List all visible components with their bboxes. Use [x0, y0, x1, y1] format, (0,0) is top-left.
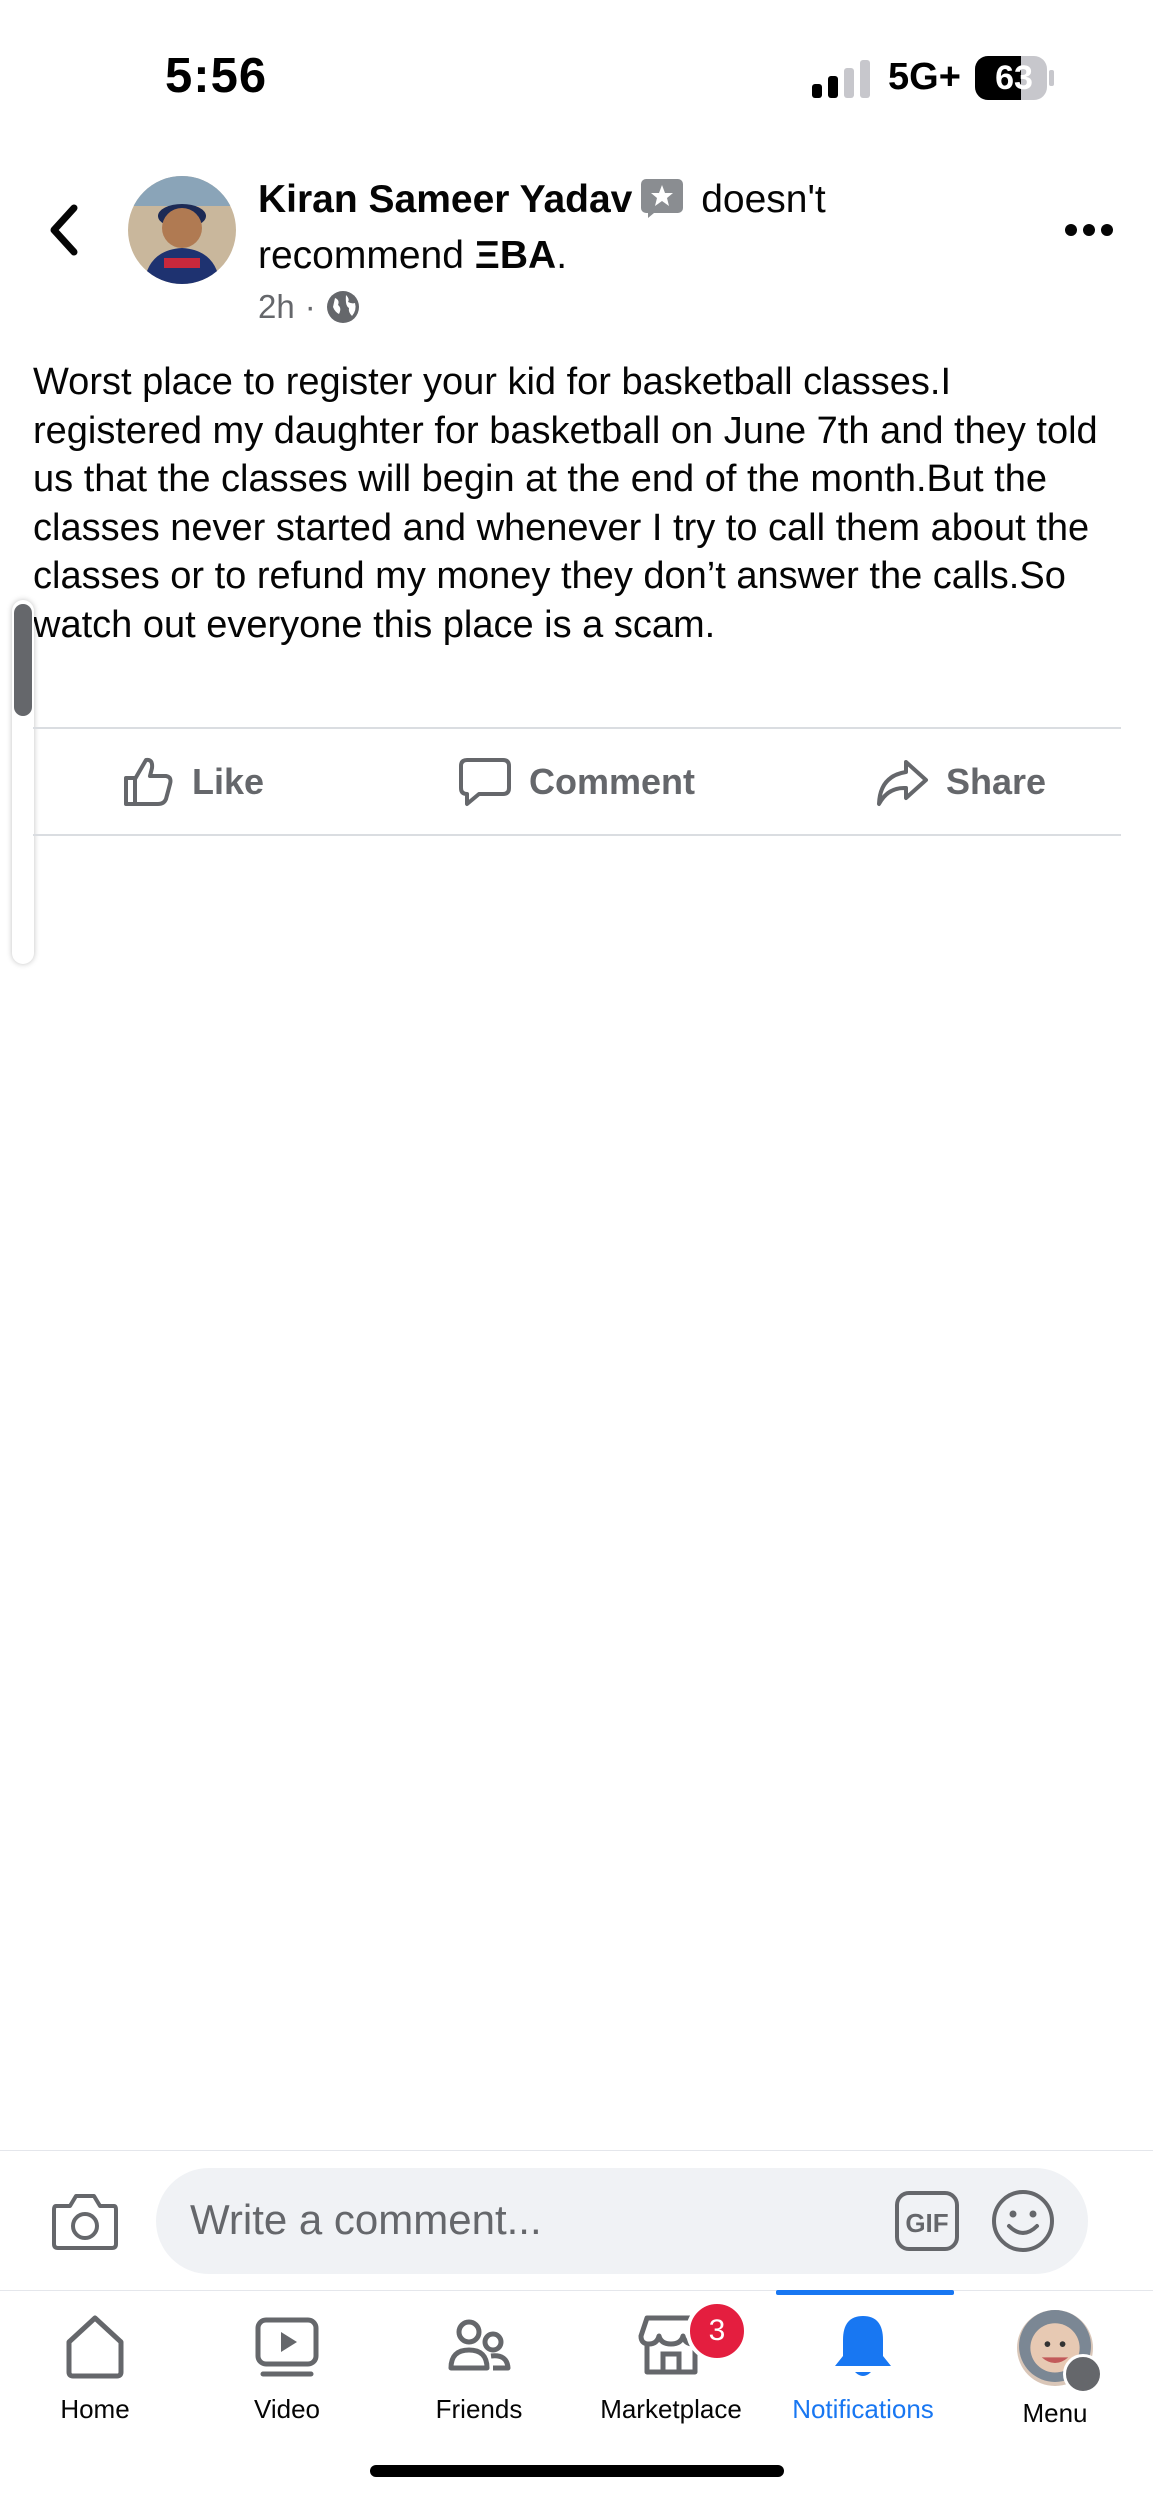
signal-icon	[812, 60, 870, 98]
bell-icon	[835, 2316, 891, 2376]
post-header: Kiran Sameer Yadav doesn't recommend ΞBA…	[258, 172, 918, 284]
tab-video[interactable]: Video	[192, 2310, 382, 2480]
tab-friends[interactable]: Friends	[384, 2310, 574, 2480]
comment-icon	[459, 758, 511, 806]
post-meta: 2h ·	[258, 288, 360, 326]
post-text: Worst place to register your kid for bas…	[33, 361, 1098, 646]
tab-label: Menu	[1022, 2398, 1088, 2428]
profile-avatar	[1017, 2310, 1103, 2394]
post-time[interactable]: 2h	[258, 288, 295, 326]
marketplace-badge: 3	[686, 2300, 748, 2362]
divider	[33, 834, 1121, 836]
divider	[0, 2290, 1153, 2291]
star-badge-icon	[641, 179, 684, 218]
comment-label: Comment	[529, 761, 696, 802]
back-button[interactable]	[40, 200, 90, 260]
like-label: Like	[192, 761, 265, 802]
menu-lines-icon	[1063, 2354, 1103, 2394]
more-options-button[interactable]	[1062, 212, 1116, 248]
tab-label: Video	[253, 2394, 321, 2424]
divider	[33, 727, 1121, 729]
active-tab-indicator	[776, 2290, 954, 2295]
scrollbar-thumb[interactable]	[14, 604, 32, 716]
divider	[0, 2150, 1153, 2151]
tab-label: Friends	[435, 2394, 523, 2424]
post-detail-screen: 5:56 5G+ 63 Kiran Sameer Yadav doesn't r…	[0, 0, 1153, 2500]
gif-label: GIF	[905, 2208, 948, 2238]
share-button[interactable]: Share	[874, 752, 1046, 812]
home-icon	[66, 2315, 124, 2379]
tab-label: Notifications	[792, 2394, 934, 2424]
share-label: Share	[946, 761, 1047, 802]
share-icon	[877, 760, 928, 806]
tab-home[interactable]: Home	[0, 2310, 190, 2480]
status-time: 5:56	[165, 49, 268, 103]
video-icon	[255, 2317, 319, 2377]
comment-button[interactable]: Comment	[457, 752, 695, 812]
gif-button[interactable]: GIF	[894, 2190, 960, 2252]
tab-label: Home	[60, 2394, 130, 2424]
author-avatar[interactable]	[128, 176, 236, 284]
friends-icon	[448, 2319, 511, 2371]
page-name[interactable]: ΞBA	[475, 234, 556, 277]
home-indicator[interactable]	[370, 2465, 784, 2477]
network-type: 5G+	[888, 56, 961, 98]
period: .	[556, 234, 568, 277]
separator-dot: ·	[304, 288, 316, 325]
thumbs-up-icon	[124, 757, 173, 806]
author-name[interactable]: Kiran Sameer Yadav	[258, 178, 632, 221]
like-button[interactable]: Like	[120, 752, 264, 812]
tab-menu[interactable]: Menu	[960, 2310, 1150, 2480]
comment-placeholder[interactable]: Write a comment...	[190, 2196, 542, 2244]
tab-notifications[interactable]: Notifications	[768, 2310, 958, 2480]
emoji-icon[interactable]	[990, 2188, 1056, 2254]
tab-marketplace[interactable]: 3 Marketplace	[576, 2300, 766, 2480]
globe-icon	[326, 291, 359, 323]
battery-level: 63	[995, 59, 1033, 97]
camera-icon[interactable]	[50, 2190, 120, 2252]
tab-label: Marketplace	[600, 2394, 742, 2424]
